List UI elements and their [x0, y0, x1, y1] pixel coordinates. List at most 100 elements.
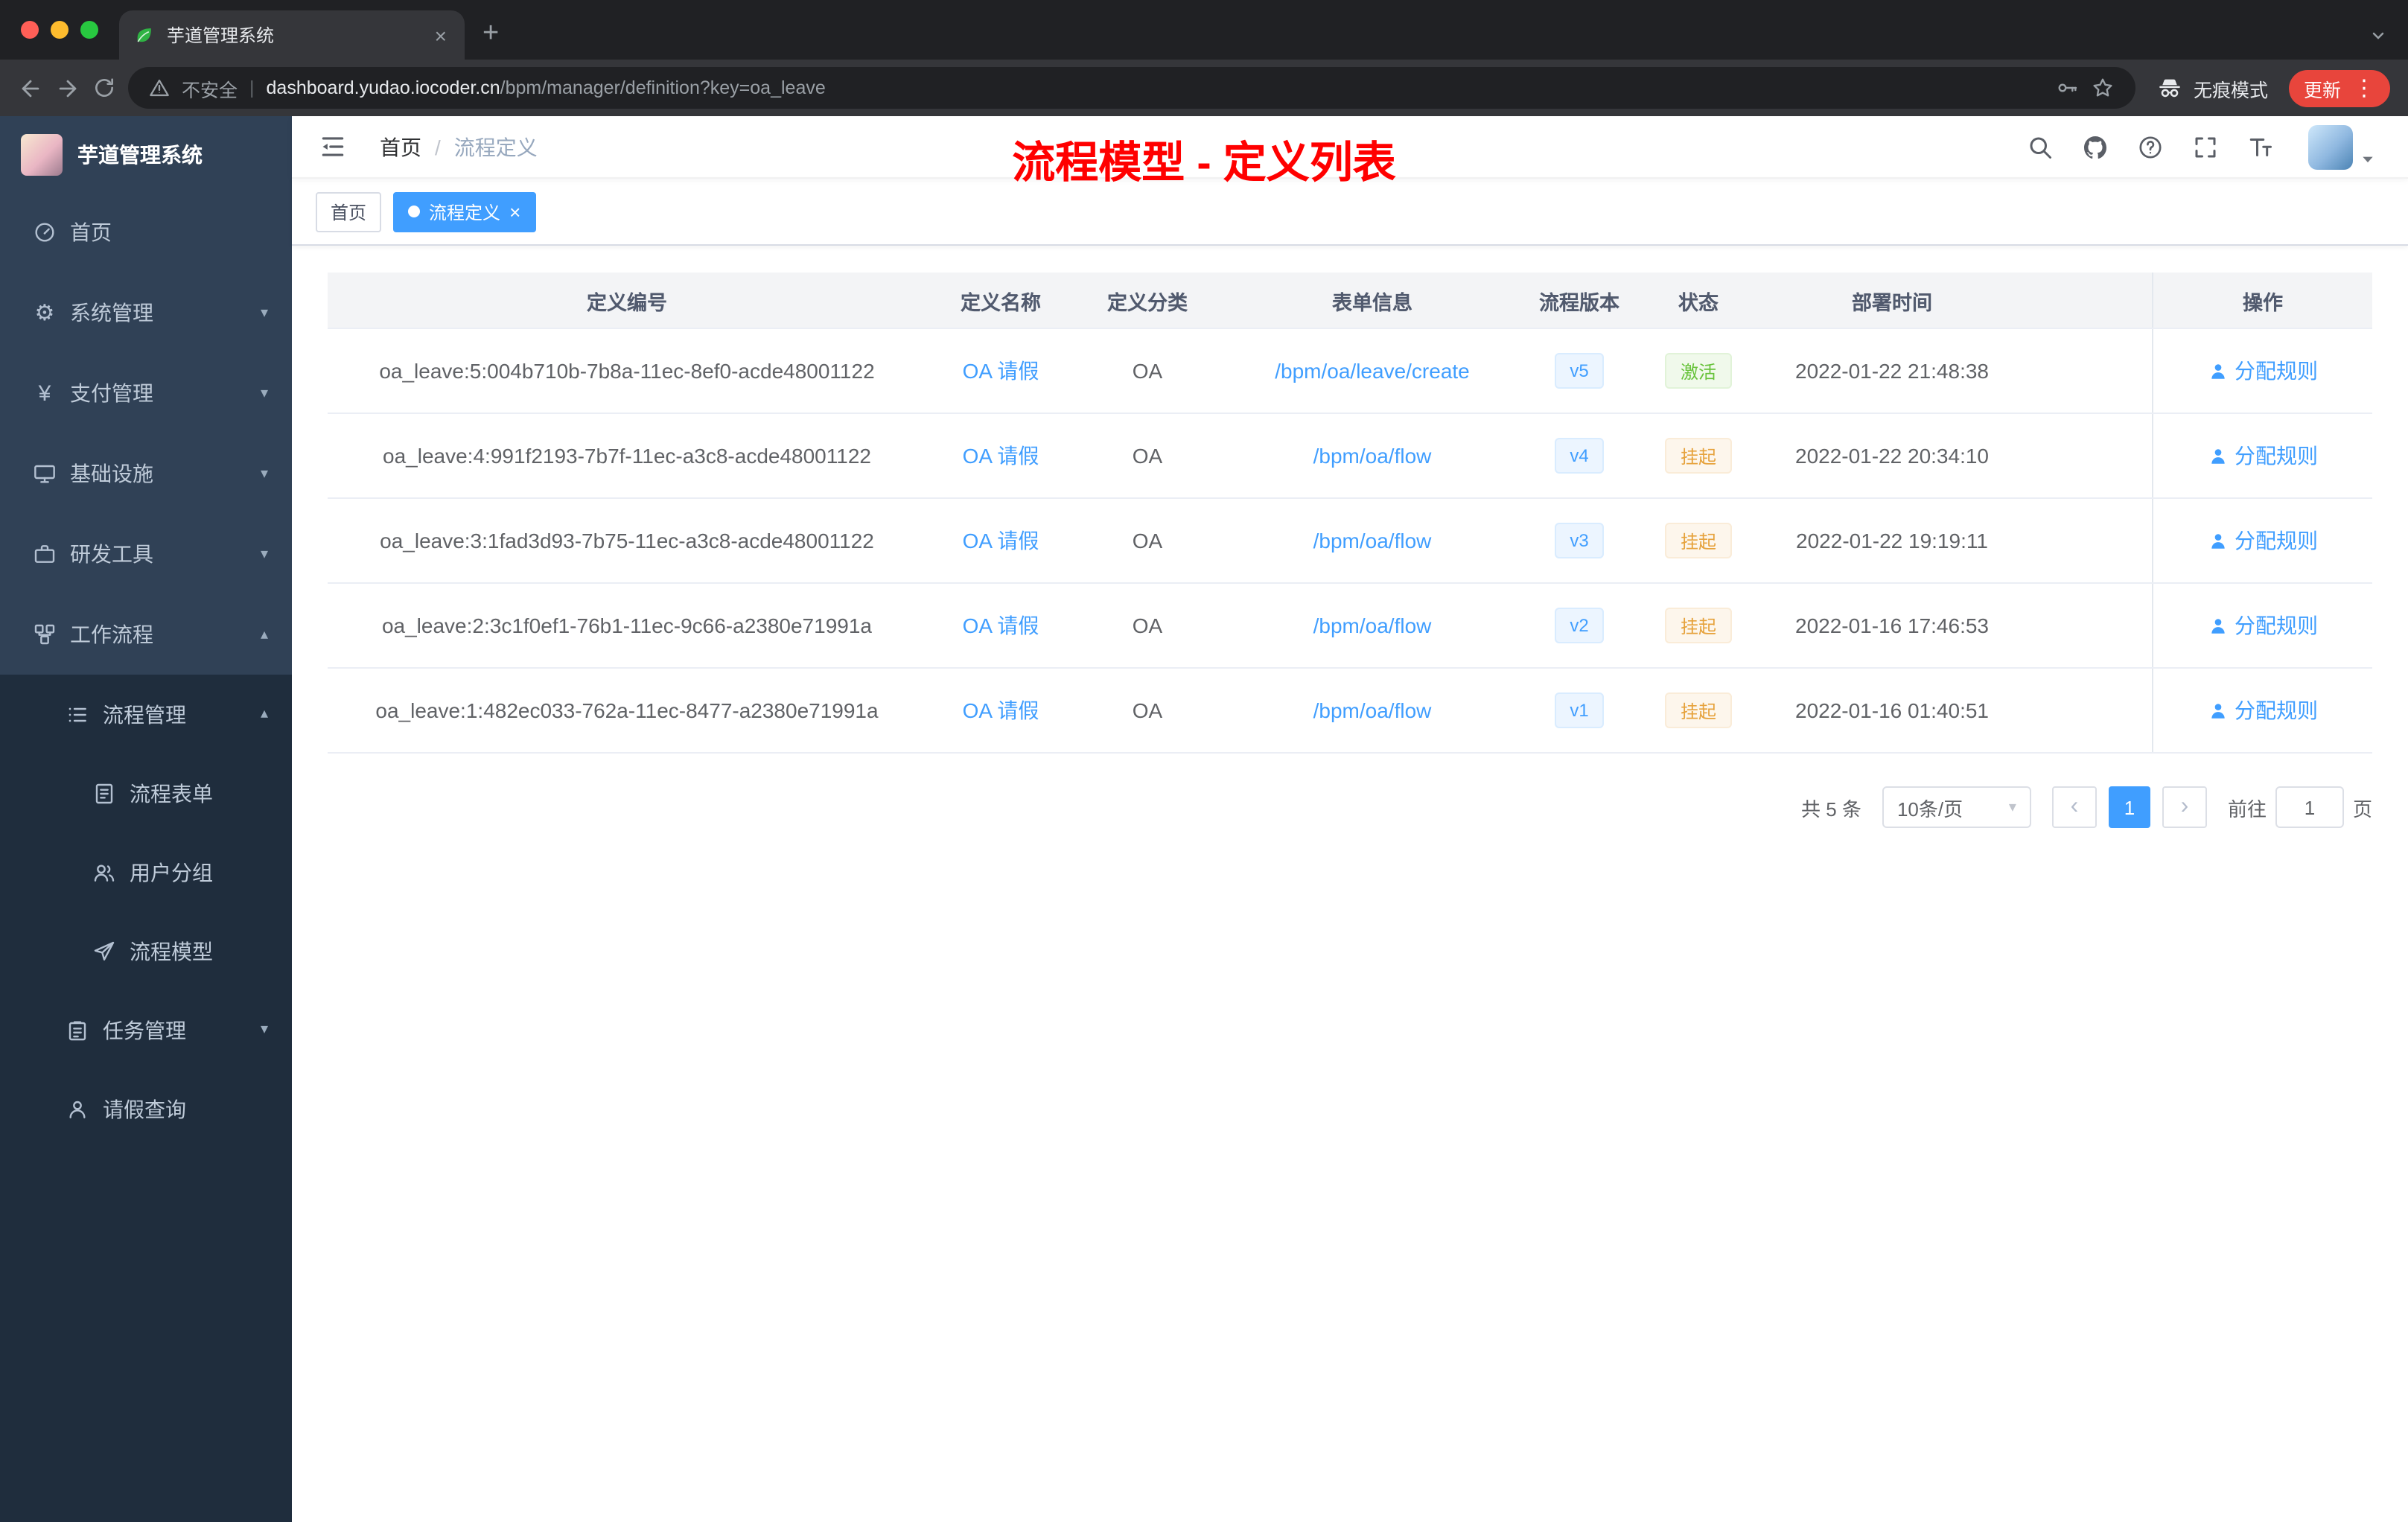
assign-rule-link[interactable]: 分配规则	[2208, 356, 2318, 386]
definition-name-link[interactable]: OA 请假	[963, 356, 1039, 386]
sidebar-item-process-model[interactable]: 流程模型	[0, 911, 292, 990]
sidebar-item-label: 请假查询	[103, 1097, 186, 1121]
page-size-value: 10条/页	[1896, 797, 1963, 820]
new-tab-button[interactable]: +	[482, 19, 499, 48]
definition-name-link[interactable]: OA 请假	[963, 526, 1039, 555]
sidebar-item-user-group[interactable]: 用户分组	[0, 832, 292, 911]
next-page-button[interactable]: ›	[2162, 786, 2207, 828]
fullscreen-icon[interactable]	[2192, 133, 2219, 160]
tag-close-icon[interactable]: ×	[509, 202, 520, 221]
main-area: 首页 / 流程定义 首页 流程定义 × 定义编号 定义名称 定义分类 表单信息 …	[292, 116, 2408, 1522]
close-window-button[interactable]	[21, 21, 39, 39]
avatar[interactable]	[2308, 124, 2353, 169]
assign-rule-label: 分配规则	[2235, 698, 2318, 722]
page-unit-label: 页	[2352, 797, 2372, 820]
gear-icon: ⚙	[34, 300, 55, 325]
assign-rule-link[interactable]: 分配规则	[2208, 526, 2318, 555]
url-domain: dashboard.yudao.iocoder.cn	[266, 77, 500, 98]
user-menu[interactable]	[2308, 124, 2387, 169]
hamburger-icon[interactable]	[313, 133, 353, 161]
window-controls	[0, 0, 119, 60]
status-badge: 挂起	[1665, 608, 1731, 643]
browser-menu-kebab-icon[interactable]: ⋮	[2353, 77, 2375, 99]
goto-page-input[interactable]	[2275, 786, 2344, 828]
tag-label: 首页	[331, 202, 367, 223]
bookmark-star-icon[interactable]	[2091, 76, 2115, 100]
definition-category: OA	[1132, 359, 1163, 383]
column-header: 定义名称	[961, 291, 1041, 313]
browser-toolbar: 不安全 | dashboard.yudao.iocoder.cn/bpm/man…	[0, 60, 2408, 116]
font-size-icon[interactable]	[2247, 133, 2274, 160]
minimize-window-button[interactable]	[51, 21, 69, 39]
tag-label: 流程定义	[429, 202, 501, 223]
browser-tab[interactable]: 芋道管理系统 ×	[119, 10, 465, 60]
form-link[interactable]: /bpm/oa/flow	[1313, 529, 1432, 553]
tab-close-icon[interactable]: ×	[432, 25, 450, 45]
incognito-badge: 无痕模式	[2147, 74, 2277, 102]
sidebar-item-workflow[interactable]: 工作流程 ▴	[0, 594, 292, 675]
deploy-time: 2022-01-22 19:19:11	[1796, 529, 1988, 553]
forward-button[interactable]	[55, 75, 80, 101]
users-icon	[92, 860, 116, 884]
paper-plane-icon	[92, 939, 116, 963]
tag-home[interactable]: 首页	[316, 191, 382, 232]
version-badge: v3	[1555, 523, 1604, 558]
form-link[interactable]: /bpm/oa/flow	[1313, 698, 1432, 722]
sidebar-item-leave-query[interactable]: 请假查询	[0, 1069, 292, 1148]
maximize-window-button[interactable]	[80, 21, 98, 39]
definition-id: oa_leave:4:991f2193-7b7f-11ec-a3c8-acde4…	[383, 444, 871, 468]
pagination: 共 5 条 10条/页 ▾ ‹ 1 › 前往 页	[328, 786, 2372, 828]
caret-down-icon	[2360, 151, 2375, 169]
definition-id: oa_leave:5:004b710b-7b8a-11ec-8ef0-acde4…	[379, 359, 875, 383]
sidebar-logo[interactable]: 芋道管理系统	[0, 116, 292, 192]
row-filler	[2021, 584, 2152, 667]
sidebar-item-infrastructure[interactable]: 基础设施 ▾	[0, 433, 292, 514]
sidebar-item-label: 工作流程	[70, 623, 153, 646]
sidebar-item-task-management[interactable]: 任务管理 ▾	[0, 990, 292, 1069]
help-icon[interactable]	[2137, 133, 2164, 160]
reload-button[interactable]	[92, 76, 116, 100]
chevron-down-icon: ▾	[260, 385, 268, 401]
definition-name-link[interactable]: OA 请假	[963, 611, 1039, 640]
update-button[interactable]: 更新 ⋮	[2288, 69, 2390, 106]
row-filler	[2021, 329, 2152, 413]
assign-rule-link[interactable]: 分配规则	[2208, 695, 2318, 725]
page-number-button[interactable]: 1	[2108, 786, 2150, 828]
tab-search-chevron-icon[interactable]	[2369, 27, 2387, 45]
column-header: 状态	[1678, 291, 1719, 313]
breadcrumb-home[interactable]: 首页	[380, 132, 421, 162]
form-link[interactable]: /bpm/oa/leave/create	[1275, 359, 1470, 383]
assign-rule-link[interactable]: 分配规则	[2208, 611, 2318, 640]
prev-page-button[interactable]: ‹	[2051, 786, 2097, 828]
sidebar-item-dashboard[interactable]: 首页	[0, 192, 292, 273]
sidebar-item-process-form[interactable]: 流程表单	[0, 754, 292, 832]
search-icon[interactable]	[2027, 133, 2054, 160]
github-icon[interactable]	[2082, 133, 2109, 160]
back-button[interactable]	[18, 75, 43, 101]
version-badge: v5	[1555, 353, 1604, 389]
tag-process-definition[interactable]: 流程定义 ×	[393, 191, 536, 232]
column-header: 操作	[2152, 273, 2372, 328]
sidebar-item-label: 任务管理	[103, 1018, 186, 1042]
url-separator: |	[249, 77, 255, 98]
assign-rule-link[interactable]: 分配规则	[2208, 441, 2318, 471]
sidebar-item-devtools[interactable]: 研发工具 ▾	[0, 514, 292, 594]
sidebar-item-process-management[interactable]: 流程管理 ▴	[0, 675, 292, 754]
address-bar[interactable]: 不安全 | dashboard.yudao.iocoder.cn/bpm/man…	[128, 67, 2135, 109]
sidebar-item-system[interactable]: ⚙ 系统管理 ▾	[0, 273, 292, 353]
form-link[interactable]: /bpm/oa/flow	[1313, 444, 1432, 468]
version-badge: v4	[1555, 438, 1604, 474]
table-row: oa_leave:3:1fad3d93-7b75-11ec-a3c8-acde4…	[328, 499, 2372, 584]
active-dot	[408, 206, 421, 217]
sidebar-item-payment[interactable]: ¥ 支付管理 ▾	[0, 353, 292, 433]
definition-name-link[interactable]: OA 请假	[963, 695, 1039, 725]
column-header: 定义分类	[1107, 291, 1188, 313]
update-label: 更新	[2303, 80, 2341, 101]
deploy-time: 2022-01-22 21:48:38	[1795, 359, 1989, 383]
definition-name-link[interactable]: OA 请假	[963, 441, 1039, 471]
form-link[interactable]: /bpm/oa/flow	[1313, 614, 1432, 637]
password-key-icon[interactable]	[2055, 76, 2079, 100]
assign-rule-label: 分配规则	[2235, 529, 2318, 553]
page-size-select[interactable]: 10条/页 ▾	[1882, 786, 2031, 828]
chevron-down-icon: ▾	[260, 1022, 268, 1038]
